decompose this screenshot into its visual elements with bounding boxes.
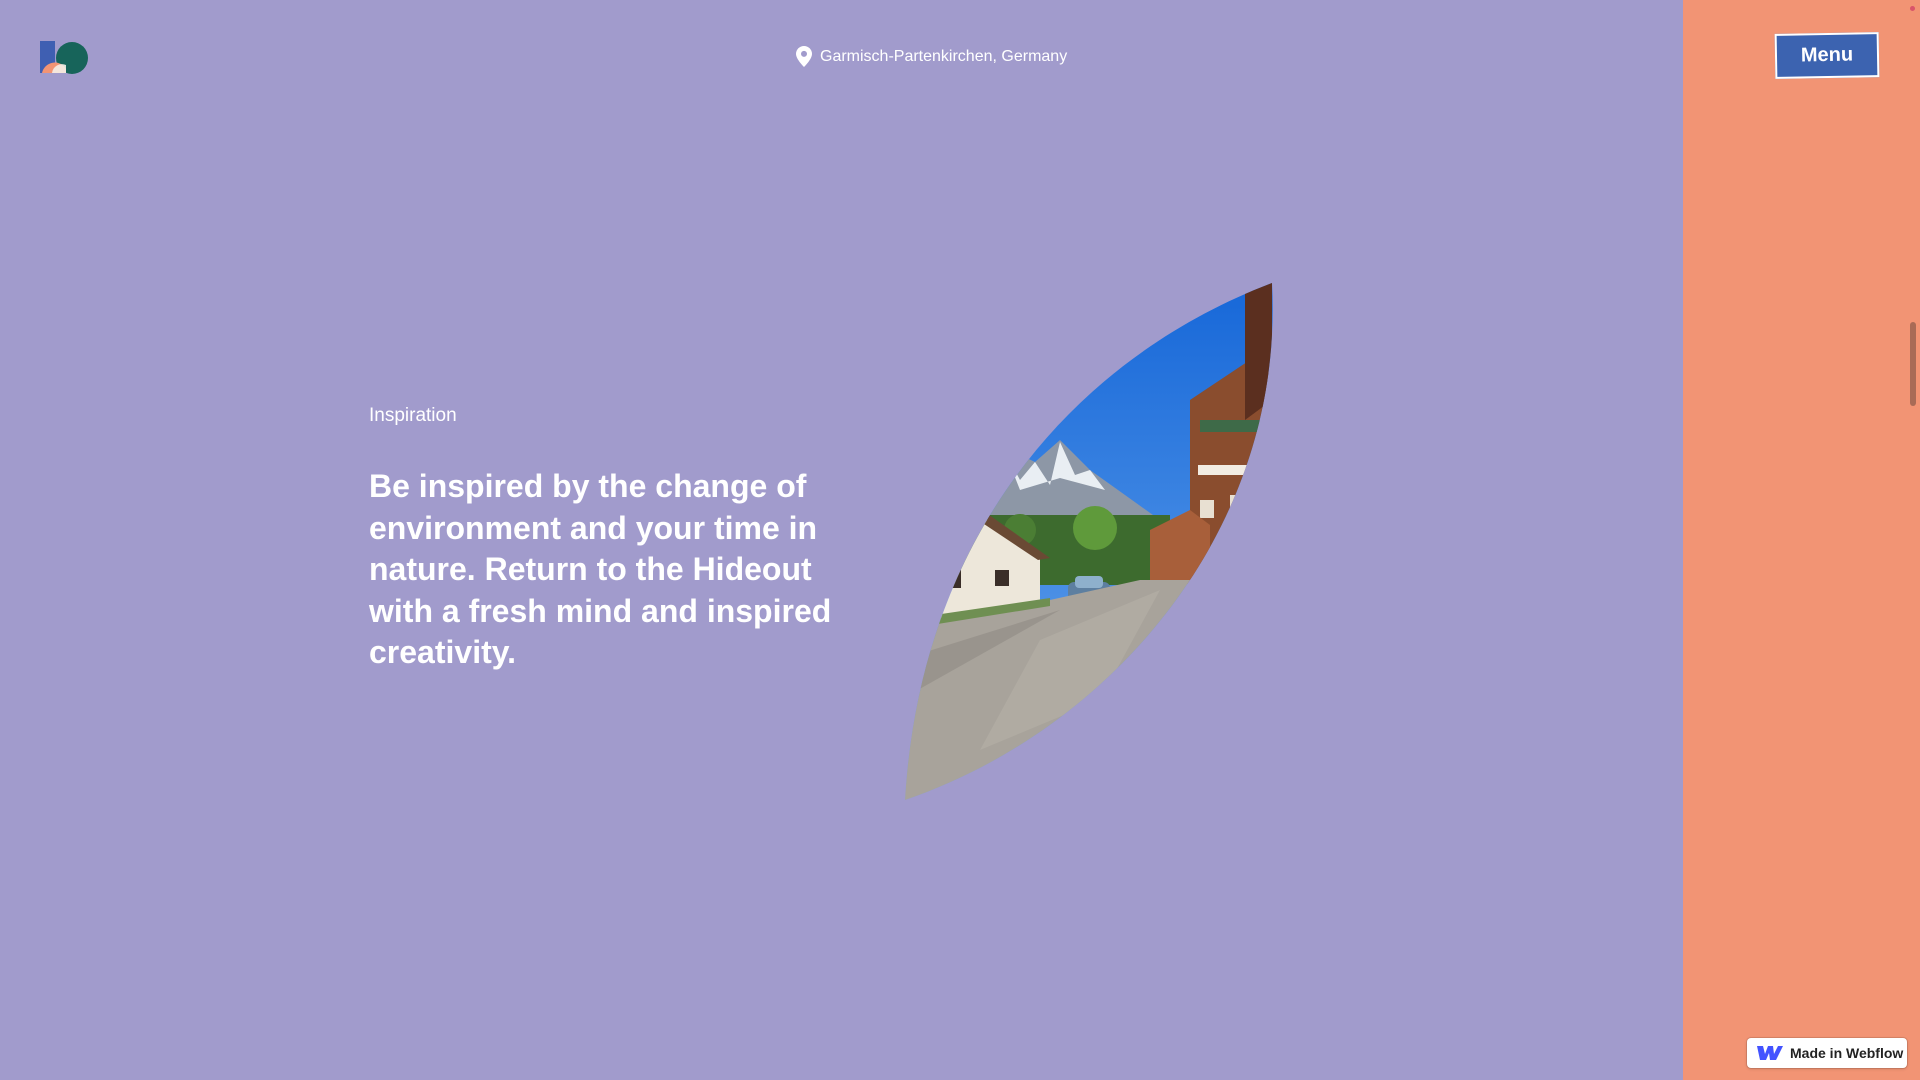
map-pin-icon — [796, 46, 812, 67]
made-in-webflow-badge[interactable]: Made in Webflow — [1747, 1038, 1907, 1068]
hero-image — [905, 283, 1273, 800]
side-panel — [1683, 0, 1920, 1080]
menu-button[interactable]: Menu — [1774, 32, 1880, 79]
hero-headline: Be inspired by the change of environment… — [369, 468, 832, 670]
corner-indicator — [1910, 6, 1915, 11]
page: Garmisch-Partenkirchen, Germany Menu Ins… — [0, 0, 1920, 1080]
badge-label: Made in Webflow — [1790, 1045, 1904, 1061]
webflow-logo-icon — [1757, 1046, 1783, 1060]
location: Garmisch-Partenkirchen, Germany — [796, 46, 1067, 67]
brand-logo-icon[interactable] — [38, 38, 92, 76]
location-text: Garmisch-Partenkirchen, Germany — [820, 47, 1068, 65]
section-label: Inspiration — [369, 405, 457, 426]
scrollbar-thumb[interactable] — [1910, 322, 1916, 406]
